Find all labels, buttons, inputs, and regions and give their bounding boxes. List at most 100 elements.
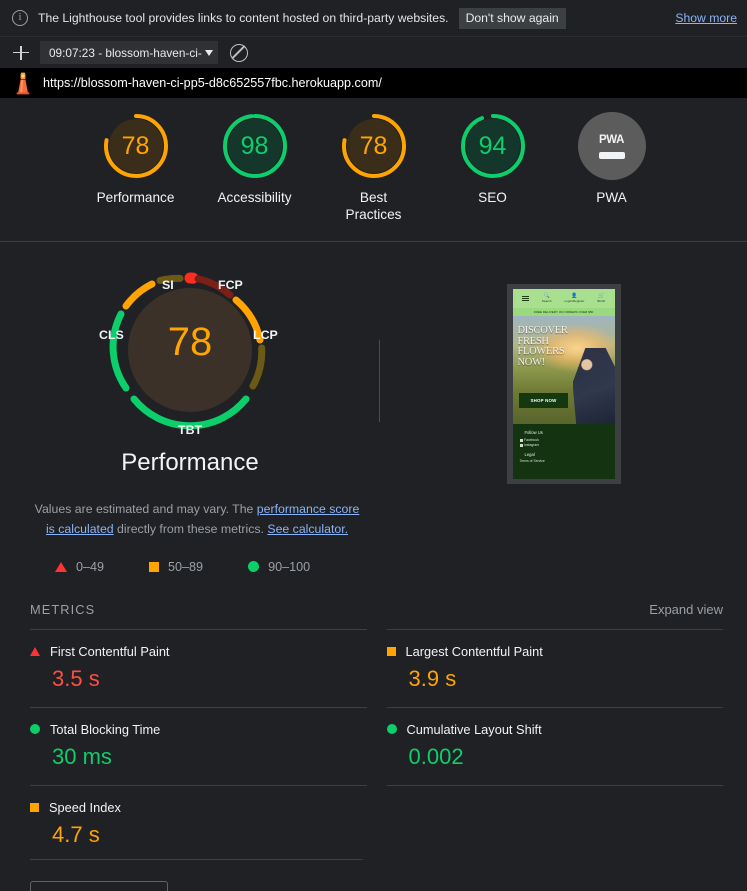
score-value: 78 [359,131,388,160]
clear-icon[interactable] [230,43,248,62]
performance-title: Performance [121,449,259,476]
legend-pass: 90–100 [248,560,310,574]
report-selector-label: 09:07:23 - blossom-haven-ci-p [49,45,202,60]
metrics-header: METRICS Expand view [30,602,723,617]
nav-search: 🔍 Search [541,293,552,303]
metric-name: Speed Index [49,799,121,815]
hero-line: FLOWERS [517,346,565,357]
performance-summary: 78 SI FCP CLS LCP TBT Performance 🔍 Sear… [0,242,747,484]
gauge-accessibility: 98 [219,110,291,182]
explanation-mid: directly from these metrics. [113,521,268,536]
metrics-grid: First Contentful Paint 3.5 s Largest Con… [30,628,724,863]
arc-label-fcp: FCP [218,278,243,292]
metric-row: Speed Index [30,800,367,815]
banner-message: The Lighthouse tool provides links to co… [38,11,449,25]
legend-fail: 0–49 [55,560,104,574]
arc-label-cls: CLS [99,328,124,342]
score-gauge-performance[interactable]: 78 Performance [89,110,183,207]
legend-range: 0–49 [76,559,105,574]
third-party-banner: i The Lighthouse tool provides links to … [0,0,747,37]
metric-cumulative-layout-shift[interactable]: Cumulative Layout Shift 0.002 [386,706,724,785]
score-gauge-pwa[interactable]: PWA PWA [565,110,659,207]
score-label: Performance [96,190,175,205]
score-gauge-best-practices[interactable]: 78 Best Practices [327,110,421,223]
legend-range: 50–89 [168,559,204,574]
metric-row: Largest Contentful Paint [386,643,724,659]
metric-value: 3.9 s [408,665,457,691]
nav-label: Login/Register [564,298,585,303]
nav-account: 👤 Login/Register [564,293,585,303]
circle-icon [30,724,40,735]
nav-label: $0.00 [597,298,606,303]
site-nav: 🔍 Search 👤 Login/Register 🛒 $0.00 [512,289,615,308]
score-value: 98 [240,131,269,160]
score-legend: 0–49 50–89 90–100 [55,560,747,574]
triangle-icon [30,646,40,656]
score-gauge-accessibility[interactable]: 98 Accessibility [208,110,302,207]
hero-line: NOW! [517,356,546,368]
pwa-badge: PWA [577,112,646,180]
nav-label: Search [541,298,552,303]
circle-icon [386,724,397,735]
hamburger-icon [521,295,529,302]
shop-now-button: SHOP NOW [518,393,569,408]
audited-url[interactable]: https://blossom-haven-ci-pp5-d8c652557fb… [43,76,382,90]
site-footer: Follow Us Facebook Instagram Legal Terms… [512,424,615,479]
plus-icon[interactable] [8,41,34,65]
gauge-performance: 78 [100,110,172,182]
metric-speed-index[interactable]: Speed Index 4.7 s [30,784,367,863]
gauge-best-practices: 78 [338,110,410,182]
score-gauge-seo[interactable]: 94 SEO [446,110,540,207]
hero-line: DISCOVER [517,325,568,336]
hero-image: DISCOVER FRESH FLOWERS NOW! SHOP NOW [512,316,615,424]
see-calculator-link[interactable]: See calculator. [267,522,348,536]
instagram-icon [519,444,523,447]
nav-cart: 🛒 $0.00 [597,293,606,303]
score-label: Accessibility [217,190,292,205]
metric-row: First Contentful Paint [30,644,367,659]
expand-view-toggle[interactable]: Expand view [649,602,723,617]
score-label: Best Practices [345,190,402,222]
hero-headline: DISCOVER FRESH FLOWERS NOW! [517,325,568,368]
metric-name: First Contentful Paint [50,643,170,659]
gauge-seo: 94 [457,110,529,182]
footer-social-label: Instagram [524,443,540,447]
square-icon [386,646,396,656]
metric-name: Largest Contentful Paint [405,643,543,659]
dont-show-again-button[interactable]: Don't show again [458,7,566,29]
lighthouse-icon [16,72,30,95]
footer-follow-heading: Follow Us [524,430,543,435]
partial-bottom-button[interactable] [30,881,168,891]
vertical-divider [379,340,380,422]
metric-value: 0.002 [408,743,464,769]
report-selector-dropdown[interactable]: 09:07:23 - blossom-haven-ci-p [40,41,218,64]
lighthouse-report-panel: i The Lighthouse tool provides links to … [0,0,747,891]
score-value: 78 [121,131,150,160]
performance-score-value: 78 [167,320,213,364]
metric-first-contentful-paint[interactable]: First Contentful Paint 3.5 s [30,628,367,707]
arc-label-tbt: TBT [178,423,203,437]
footer-social-item: Instagram [519,443,608,448]
gauge-pwa: PWA [576,110,648,182]
score-explanation: Values are estimated and may vary. The p… [32,500,362,540]
footer-legal-heading: Legal [524,452,535,457]
pwa-dash-icon [598,151,625,159]
arc-label-si: SI [162,278,174,292]
metric-empty-slot [386,784,723,863]
performance-gauge-column: 78 SI FCP CLS LCP TBT Performance [0,268,380,484]
score-label: SEO [478,190,507,205]
facebook-icon [519,439,523,442]
metric-row: Cumulative Layout Shift [386,722,724,737]
metrics-bottom-divider [30,859,363,860]
metric-total-blocking-time[interactable]: Total Blocking Time 30 ms [30,706,367,785]
page-screenshot-thumbnail[interactable]: 🔍 Search 👤 Login/Register 🛒 $0.00 FREE D… [506,284,621,484]
audited-url-bar: https://blossom-haven-ci-pp5-d8c652557fb… [0,68,747,98]
filmstrip-column: 🔍 Search 👤 Login/Register 🛒 $0.00 FREE D… [380,268,747,484]
circle-icon [248,561,260,573]
metric-largest-contentful-paint[interactable]: Largest Contentful Paint 3.9 s [386,628,724,707]
square-icon [149,561,160,572]
arc-label-lcp: LCP [253,328,278,342]
info-icon: i [12,10,28,26]
screenshot-content: 🔍 Search 👤 Login/Register 🛒 $0.00 FREE D… [512,289,615,479]
show-more-link[interactable]: Show more [675,11,737,25]
